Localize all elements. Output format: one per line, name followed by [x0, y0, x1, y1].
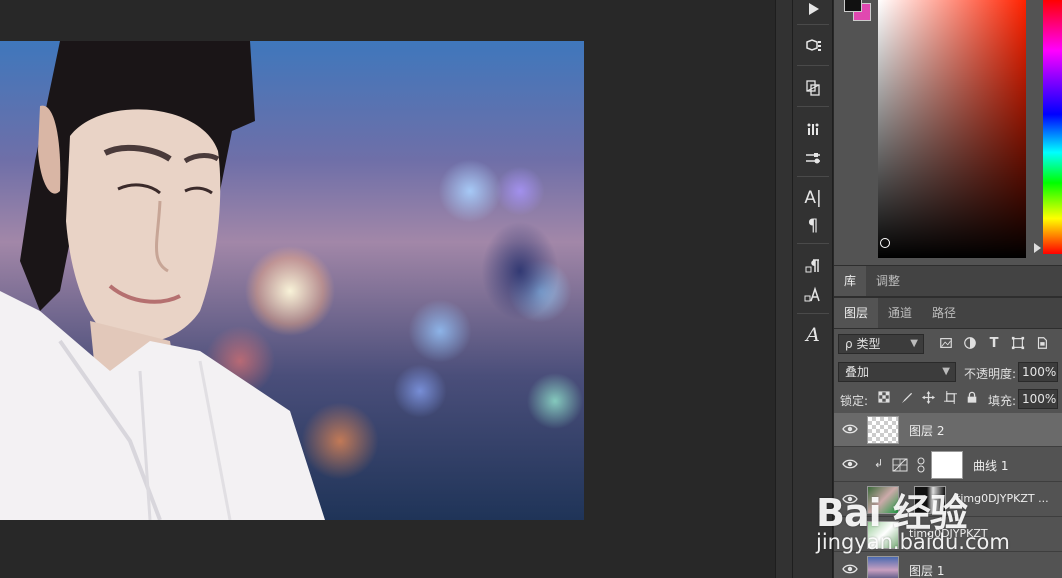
- opacity-label: 不透明度:: [964, 367, 1017, 381]
- layer-name[interactable]: timg0DJYPKZT: [909, 527, 988, 540]
- lock-label: 锁定:: [840, 394, 869, 408]
- right-panel: 库 调整 图层 通道 路径 ρ 类型 ▼ T 叠加 ▼ 不透明度: 100% 锁…: [834, 0, 1062, 578]
- library-adjust-tabbar: 库 调整: [834, 265, 1062, 297]
- layer-filter-label: 类型: [856, 337, 881, 351]
- shape-filter-icon[interactable]: [1010, 336, 1026, 352]
- chevron-down-icon: ▼: [942, 366, 950, 377]
- document-canvas-area[interactable]: [0, 0, 775, 578]
- layer-row[interactable]: timg0DJYPKZT ...: [834, 483, 1062, 517]
- layer-mask-thumbnail[interactable]: [914, 486, 946, 514]
- fill-label: 填充:: [988, 394, 1017, 408]
- dock-divider: [797, 243, 829, 244]
- dock-divider: [797, 313, 829, 314]
- adjust-sliders-icon[interactable]: [798, 145, 828, 171]
- character-styles-icon[interactable]: [798, 282, 828, 308]
- layer-row[interactable]: ↲ 曲线 1: [834, 448, 1062, 482]
- lock-all-icon[interactable]: [965, 391, 979, 405]
- curves-adjustment-icon: [892, 458, 908, 472]
- layer-row[interactable]: 图层 2: [834, 413, 1062, 447]
- opacity-input[interactable]: 100%: [1018, 362, 1058, 382]
- dock-divider: [797, 176, 829, 177]
- eye-icon[interactable]: [842, 563, 858, 575]
- character-icon[interactable]: A|: [798, 185, 828, 211]
- layer-row[interactable]: 图层 1: [834, 553, 1062, 578]
- layer-row[interactable]: timg0DJYPKZT: [834, 518, 1062, 552]
- layer-thumbnail: [867, 486, 899, 514]
- dock-divider: [797, 106, 829, 107]
- eye-icon[interactable]: [842, 423, 858, 435]
- lock-artboard-icon[interactable]: [943, 391, 957, 405]
- paragraph-icon[interactable]: ¶: [798, 213, 828, 239]
- layer-name[interactable]: 曲线 1: [973, 457, 1008, 474]
- tab-library[interactable]: 库: [834, 266, 867, 296]
- lock-transparent-pixels-icon[interactable]: [877, 391, 891, 405]
- hue-slider-handle[interactable]: [1034, 243, 1041, 253]
- dock-divider: [797, 65, 829, 66]
- tab-paths[interactable]: 路径: [922, 298, 966, 328]
- brush-icon[interactable]: [798, 115, 828, 141]
- eye-icon[interactable]: [842, 493, 858, 505]
- layer-mask-thumbnail[interactable]: [931, 451, 963, 479]
- play-icon[interactable]: [798, 0, 828, 22]
- foreground-color-swatch[interactable]: [844, 0, 862, 12]
- search-icon: ρ: [845, 337, 853, 351]
- layer-thumbnail: [867, 556, 899, 578]
- lock-image-pixels-icon[interactable]: [899, 391, 913, 405]
- layer-name[interactable]: 图层 1: [909, 562, 944, 578]
- portrait-figure: [0, 41, 325, 520]
- tab-adjustments[interactable]: 调整: [866, 266, 910, 296]
- canvas-image[interactable]: [0, 41, 584, 520]
- 3d-cube-icon[interactable]: [798, 33, 828, 59]
- type-filter-icon[interactable]: T: [986, 336, 1002, 352]
- clipping-arrow-icon: ↲: [874, 457, 884, 470]
- eye-icon[interactable]: [842, 458, 858, 470]
- tab-layers[interactable]: 图层: [834, 298, 879, 328]
- glyphs-icon[interactable]: A: [798, 322, 828, 348]
- saturation-brightness-field[interactable]: [878, 0, 1026, 258]
- layers-tabbar: 图层 通道 路径: [834, 297, 1062, 329]
- layer-name[interactable]: 图层 2: [909, 422, 944, 439]
- layer-name[interactable]: timg0DJYPKZT ...: [956, 492, 1049, 505]
- layer-filter-select[interactable]: ρ 类型 ▼: [838, 334, 924, 354]
- hue-slider[interactable]: [1043, 0, 1062, 254]
- blend-mode-value: 叠加: [845, 365, 870, 379]
- tab-channels[interactable]: 通道: [878, 298, 922, 328]
- layers-list: 图层 2 ↲ 曲线 1 timg0DJYPKZT ... timg0DJYPKZ…: [834, 413, 1062, 578]
- link-chain-icon[interactable]: [917, 457, 925, 473]
- smart-object-filter-icon[interactable]: [1034, 336, 1050, 352]
- panel-icon-dock: A| ¶ A: [793, 0, 833, 578]
- dock-divider: [797, 24, 829, 25]
- adjustment-filter-icon[interactable]: [962, 336, 978, 352]
- image-filter-icon[interactable]: [938, 336, 954, 352]
- panel-dock-separator: [775, 0, 793, 578]
- blend-mode-select[interactable]: 叠加 ▼: [838, 362, 956, 382]
- fill-input[interactable]: 100%: [1018, 389, 1058, 409]
- color-picker: [834, 0, 1062, 265]
- layer-thumbnail: [867, 416, 899, 444]
- color-picker-cursor[interactable]: [880, 238, 890, 248]
- paragraph-styles-icon[interactable]: [798, 253, 828, 279]
- chevron-down-icon: ▼: [910, 338, 918, 349]
- layer-thumbnail: [867, 521, 899, 549]
- lock-position-icon[interactable]: [921, 391, 935, 405]
- artboard-icon[interactable]: [798, 75, 828, 101]
